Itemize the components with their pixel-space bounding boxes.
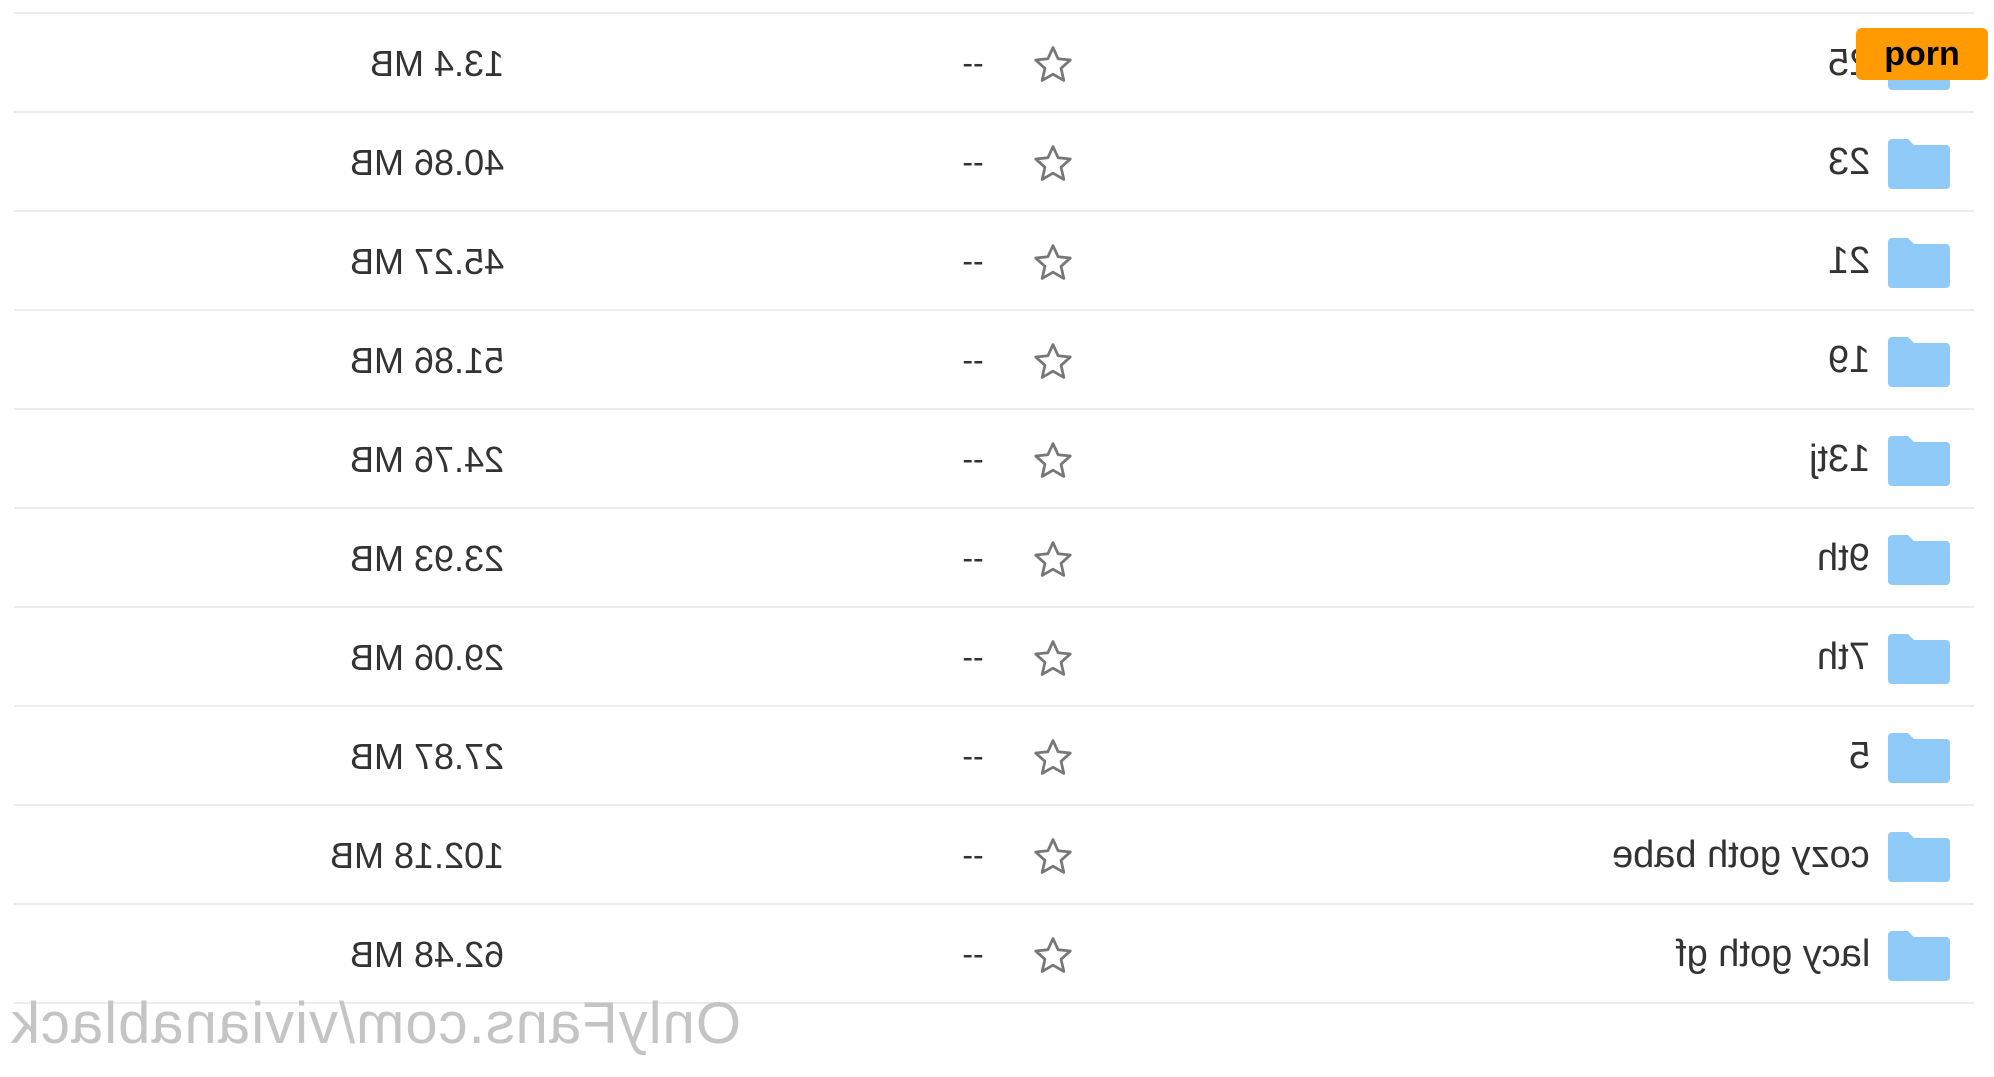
modified-date: -- bbox=[962, 540, 984, 576]
modified-date: -- bbox=[962, 738, 984, 774]
file-name[interactable]: 21 bbox=[1828, 212, 1870, 311]
file-size: 23.93 MB bbox=[349, 538, 504, 579]
file-row[interactable]: 5 -- 27.87 MB bbox=[14, 707, 1974, 806]
file-size: 13.4 MB bbox=[369, 43, 504, 84]
file-size: 102.18 MB bbox=[329, 835, 504, 876]
file-name[interactable]: 19 bbox=[1828, 311, 1870, 410]
file-row[interactable]: 7th -- 29.06 MB bbox=[14, 608, 1974, 707]
star-icon[interactable] bbox=[1031, 43, 1075, 87]
star-icon[interactable] bbox=[1031, 637, 1075, 681]
file-name[interactable]: 13tj bbox=[1809, 410, 1870, 509]
modified-date: -- bbox=[962, 837, 984, 873]
star-icon[interactable] bbox=[1031, 736, 1075, 780]
star-icon[interactable] bbox=[1031, 835, 1075, 879]
file-row[interactable]: 25 -- 13.4 MB bbox=[14, 14, 1974, 113]
file-row[interactable]: 13tj -- 24.76 MB bbox=[14, 410, 1974, 509]
file-name[interactable]: 23 bbox=[1828, 113, 1870, 212]
modified-date: -- bbox=[962, 441, 984, 477]
modified-date: -- bbox=[962, 936, 984, 972]
file-name[interactable]: lacy goth gf bbox=[1676, 905, 1870, 1004]
file-list: 25 -- 13.4 MB 23 -- 40.86 MB 21 -- 45.27… bbox=[14, 12, 1974, 1004]
modified-date: -- bbox=[962, 639, 984, 675]
file-size: 40.86 MB bbox=[349, 142, 504, 183]
file-row[interactable]: 21 -- 45.27 MB bbox=[14, 212, 1974, 311]
folder-icon bbox=[1888, 533, 1950, 585]
star-icon[interactable] bbox=[1031, 538, 1075, 582]
star-icon[interactable] bbox=[1031, 934, 1075, 978]
file-size: 24.76 MB bbox=[349, 439, 504, 480]
file-size: 45.27 MB bbox=[349, 241, 504, 282]
file-size: 29.06 MB bbox=[349, 637, 504, 678]
file-name[interactable]: cozy goth babe bbox=[1612, 806, 1870, 905]
star-icon[interactable] bbox=[1031, 439, 1075, 483]
folder-icon bbox=[1888, 929, 1950, 981]
star-icon[interactable] bbox=[1031, 340, 1075, 384]
file-name[interactable]: 9th bbox=[1817, 509, 1870, 608]
folder-icon bbox=[1888, 830, 1950, 882]
file-name[interactable]: 5 bbox=[1849, 707, 1870, 806]
modified-date: -- bbox=[962, 45, 984, 81]
star-icon[interactable] bbox=[1031, 142, 1075, 186]
folder-icon bbox=[1888, 137, 1950, 189]
modified-date: -- bbox=[962, 243, 984, 279]
file-row[interactable]: cozy goth babe -- 102.18 MB bbox=[14, 806, 1974, 905]
site-badge: porn bbox=[1856, 28, 1988, 80]
modified-date: -- bbox=[962, 144, 984, 180]
watermark-text: OnlyFans.com/vivianablack bbox=[10, 991, 741, 1056]
file-row[interactable]: 9th -- 23.93 MB bbox=[14, 509, 1974, 608]
modified-date: -- bbox=[962, 342, 984, 378]
star-icon[interactable] bbox=[1031, 241, 1075, 285]
file-size: 51.86 MB bbox=[349, 340, 504, 381]
file-name[interactable]: 7th bbox=[1817, 608, 1870, 707]
file-row[interactable]: 23 -- 40.86 MB bbox=[14, 113, 1974, 212]
folder-icon bbox=[1888, 236, 1950, 288]
folder-icon bbox=[1888, 434, 1950, 486]
file-row[interactable]: 19 -- 51.86 MB bbox=[14, 311, 1974, 410]
folder-icon bbox=[1888, 632, 1950, 684]
file-size: 27.87 MB bbox=[349, 736, 504, 777]
folder-icon bbox=[1888, 335, 1950, 387]
folder-icon bbox=[1888, 731, 1950, 783]
